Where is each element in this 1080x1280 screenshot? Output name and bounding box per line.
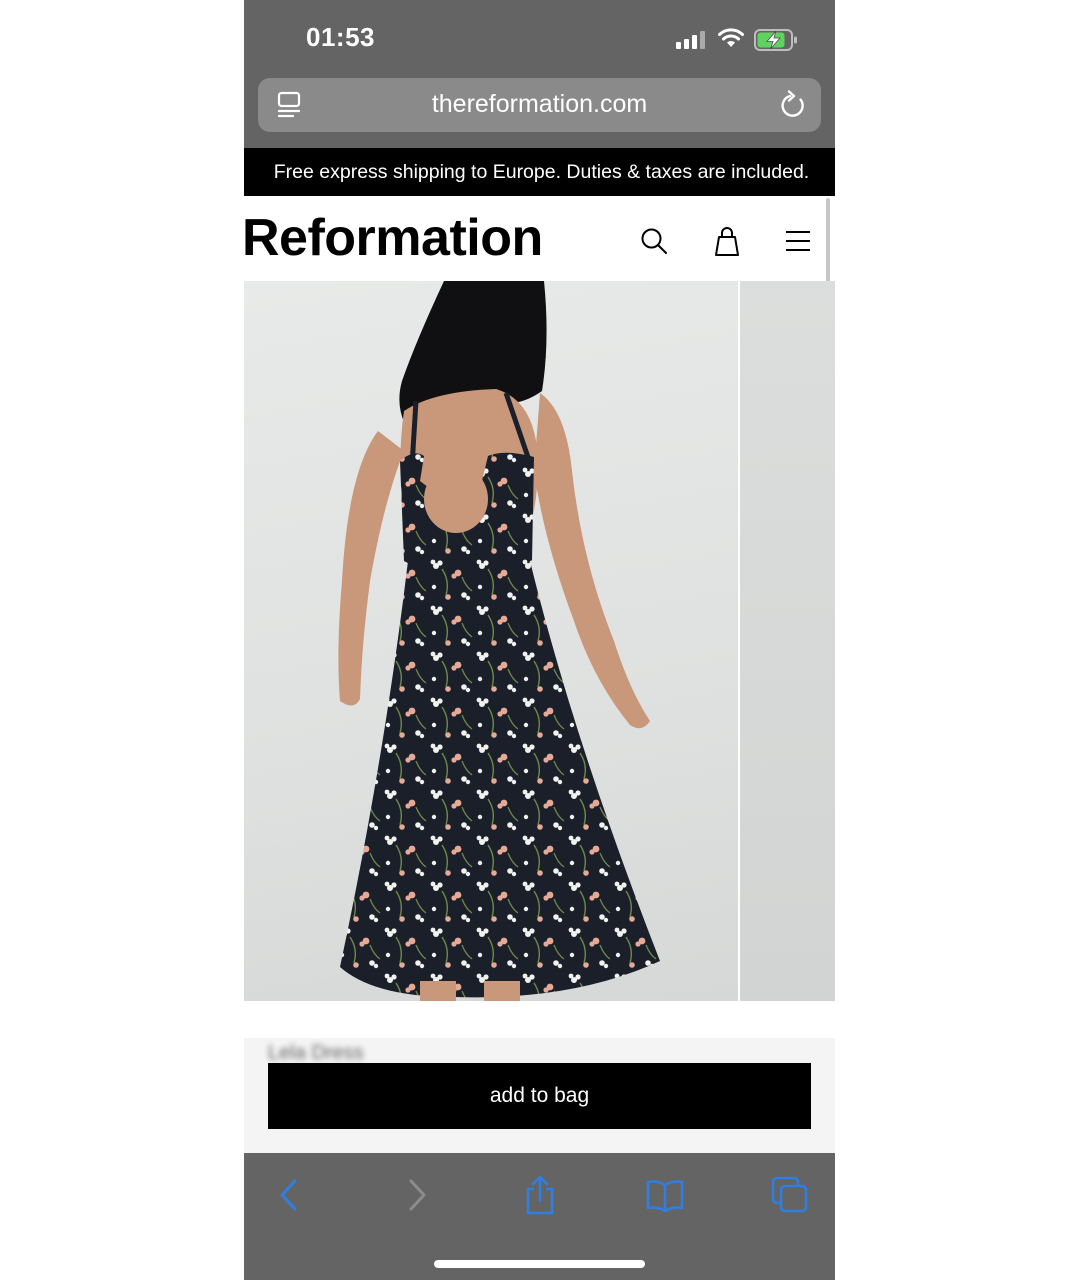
sticky-product-bar: Lela Dress add to bag xyxy=(244,1038,835,1153)
status-time: 01:53 xyxy=(306,22,375,52)
home-indicator[interactable] xyxy=(434,1260,645,1268)
share-icon[interactable] xyxy=(523,1175,557,1217)
wifi-icon xyxy=(718,28,744,47)
browser-toolbar xyxy=(244,1153,835,1280)
tabs-icon[interactable] xyxy=(770,1175,810,1215)
back-icon[interactable] xyxy=(274,1175,304,1215)
product-name: Lela Dress xyxy=(268,1042,364,1064)
promo-banner[interactable]: Free express shipping to Europe. Duties … xyxy=(244,148,835,196)
dress-model-illustration xyxy=(338,281,660,1001)
cellular-signal-icon xyxy=(676,31,705,49)
menu-icon[interactable] xyxy=(785,230,811,252)
address-bar[interactable]: thereformation.com xyxy=(258,78,821,132)
add-to-bag-button[interactable]: add to bag xyxy=(268,1063,811,1129)
search-icon[interactable] xyxy=(640,227,668,255)
reload-icon[interactable] xyxy=(779,90,807,120)
product-image-carousel[interactable] xyxy=(244,281,835,1001)
shopping-bag-icon[interactable] xyxy=(713,226,741,256)
battery-charging-icon xyxy=(754,29,797,51)
next-product-photo[interactable] xyxy=(740,281,835,1001)
product-photo-back-view[interactable] xyxy=(244,281,738,1001)
brand-logo[interactable]: Reformation xyxy=(244,208,543,268)
url-text: thereformation.com xyxy=(431,90,648,118)
browser-chrome-top: 01:53 thereformation.com xyxy=(244,0,835,148)
site-header: Reformation xyxy=(244,196,835,281)
forward-icon[interactable] xyxy=(402,1175,432,1215)
bookmarks-icon[interactable] xyxy=(645,1175,685,1215)
phone-screen: 01:53 thereformation.com Free express sh… xyxy=(244,0,835,1280)
